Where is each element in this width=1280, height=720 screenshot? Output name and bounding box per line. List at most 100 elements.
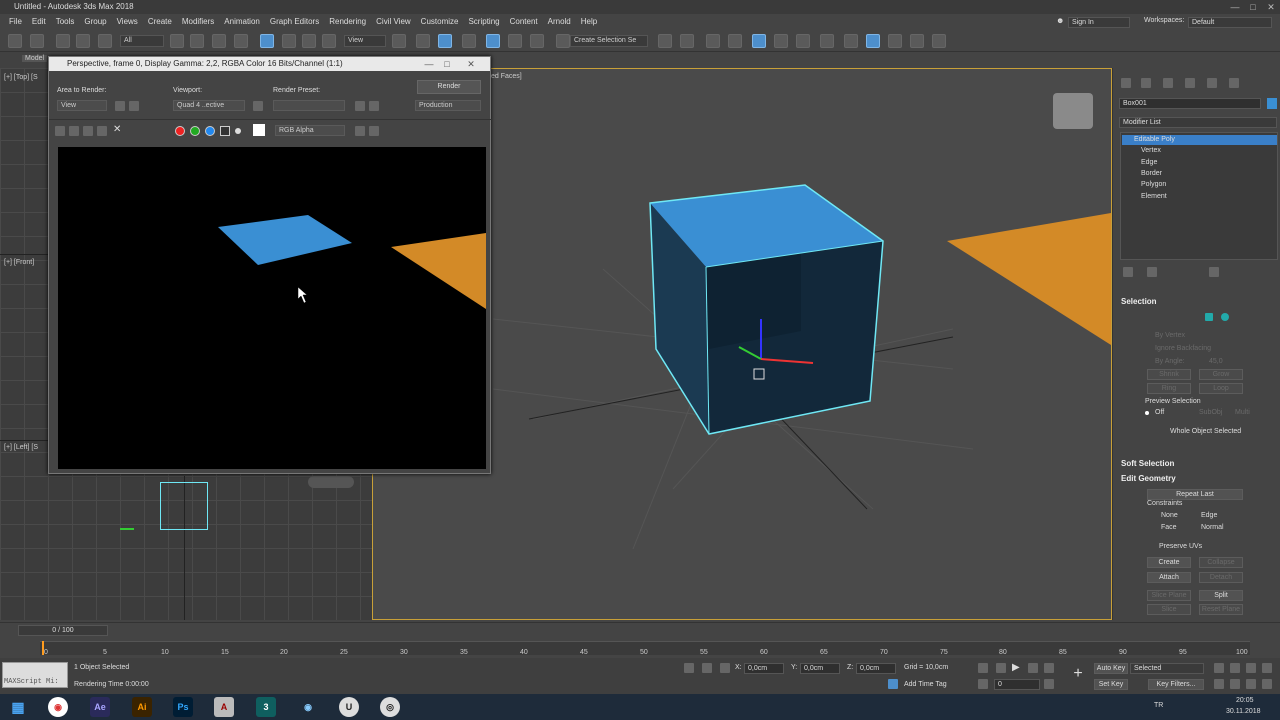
undo-icon[interactable] (8, 34, 22, 48)
render-setup-icon[interactable] (355, 101, 365, 111)
auto-region-icon[interactable] (129, 101, 139, 111)
key-filters-button[interactable]: Key Filters... (1148, 679, 1204, 690)
production-dropdown[interactable]: Production (415, 100, 481, 111)
shrink-button[interactable]: Shrink (1147, 369, 1191, 380)
render-shortcuts-icon[interactable] (932, 34, 946, 48)
hierarchy-tab-icon[interactable] (1163, 78, 1173, 88)
chrome-icon[interactable]: ◉ (48, 697, 68, 717)
split-checkbox[interactable]: Split (1199, 590, 1243, 601)
save-image-icon[interactable] (55, 126, 65, 136)
percent-snap-icon[interactable] (508, 34, 522, 48)
zoom-extents-all-icon[interactable] (1262, 663, 1272, 673)
toggle-ribbon-icon[interactable] (728, 34, 742, 48)
previous-frame-icon[interactable] (996, 663, 1006, 673)
create-tab-icon[interactable] (1121, 78, 1131, 88)
unlink-icon[interactable] (76, 34, 90, 48)
layer-explorer-icon[interactable] (706, 34, 720, 48)
motion-tab-icon[interactable] (1185, 78, 1195, 88)
menu-civil-view[interactable]: Civil View (371, 14, 416, 30)
off-radio[interactable] (1145, 411, 1149, 415)
print-image-icon[interactable] (97, 126, 107, 136)
constraint-edge-radio[interactable]: Edge (1201, 512, 1217, 519)
obs-icon[interactable]: ◎ (380, 697, 400, 717)
selection-rollout[interactable]: Selection (1121, 297, 1157, 306)
viewcube-left[interactable] (308, 476, 354, 488)
illustrator-icon[interactable]: Ai (132, 697, 152, 717)
menu-rendering[interactable]: Rendering (324, 14, 371, 30)
curve-editor-icon[interactable] (752, 34, 766, 48)
menu-views[interactable]: Views (112, 14, 143, 30)
a360-gallery-icon[interactable] (910, 34, 924, 48)
set-key-button[interactable]: Set Key (1094, 679, 1128, 690)
key-mode-icon[interactable] (978, 679, 988, 689)
channel-dropdown[interactable]: RGB Alpha (275, 125, 345, 136)
select-by-name-icon[interactable] (190, 34, 204, 48)
collapse-button[interactable]: Collapse (1199, 557, 1243, 568)
rw-close-button[interactable]: ✕ (463, 57, 479, 71)
render-production-icon[interactable] (866, 34, 880, 48)
stack-item-editable-poly[interactable]: Editable Poly (1134, 136, 1175, 143)
go-to-end-icon[interactable] (1044, 663, 1054, 673)
time-config-icon[interactable] (1044, 679, 1054, 689)
select-place-icon[interactable] (322, 34, 336, 48)
selection-filter-dropdown[interactable]: All (120, 35, 164, 47)
object-color-swatch[interactable] (1267, 98, 1277, 109)
y-coord-field[interactable]: 0,0cm (800, 663, 840, 674)
rect-selection-icon[interactable] (212, 34, 226, 48)
ref-coord-dropdown[interactable]: View (344, 35, 386, 47)
ring-button[interactable]: Ring (1147, 383, 1191, 394)
stack-item-polygon[interactable]: Polygon (1141, 181, 1166, 188)
slice-button[interactable]: Slice (1147, 604, 1191, 615)
show-end-result-icon[interactable] (1147, 267, 1157, 277)
clock-date[interactable]: 30.11.2018 (1226, 708, 1261, 715)
alpha-channel-icon[interactable] (220, 126, 230, 136)
reset-plane-button[interactable]: Reset Plane (1199, 604, 1243, 615)
viewcube[interactable] (1053, 93, 1093, 129)
element-mode-icon[interactable] (1221, 313, 1229, 321)
absolute-mode-icon[interactable] (720, 663, 730, 673)
render-in-cloud-icon[interactable] (888, 34, 902, 48)
isolate-selection-icon[interactable] (684, 663, 694, 673)
menu-help[interactable]: Help (576, 14, 602, 30)
menu-edit[interactable]: Edit (27, 14, 51, 30)
cinema4d-icon[interactable]: ◉ (298, 697, 318, 717)
field-of-view-icon[interactable] (1214, 679, 1224, 689)
configure-sets-icon[interactable] (1209, 267, 1219, 277)
modify-tab-icon[interactable] (1141, 78, 1151, 88)
select-move-icon[interactable] (260, 34, 274, 48)
sign-in-dropdown[interactable]: Sign In (1068, 17, 1130, 28)
stack-item-element[interactable]: Element (1141, 193, 1167, 200)
after-effects-icon[interactable]: Ae (90, 697, 110, 717)
autocad-icon[interactable]: A (214, 697, 234, 717)
menu-scripting[interactable]: Scripting (463, 14, 504, 30)
create-button[interactable]: Create (1147, 557, 1191, 568)
red-channel-icon[interactable] (175, 126, 185, 136)
modifier-list-dropdown[interactable]: Modifier List (1119, 117, 1277, 128)
z-coord-field[interactable]: 0,0cm (856, 663, 896, 674)
zoom-all-icon[interactable] (1230, 663, 1240, 673)
multi-radio[interactable]: Multi (1235, 409, 1250, 416)
display-tab-icon[interactable] (1207, 78, 1217, 88)
render-button[interactable]: Render (417, 80, 481, 94)
top-viewport-label[interactable]: [+] [Top] [S (4, 74, 38, 81)
clock-time[interactable]: 20:05 (1236, 697, 1254, 704)
zoom-icon[interactable] (1214, 663, 1224, 673)
menu-group[interactable]: Group (79, 14, 111, 30)
mirror-icon[interactable] (658, 34, 672, 48)
link-icon[interactable] (56, 34, 70, 48)
close-button[interactable]: ✕ (1262, 0, 1280, 14)
manipulate-icon[interactable] (416, 34, 430, 48)
windows-start-icon[interactable]: ▦ (8, 697, 28, 717)
constraint-normal-radio[interactable]: Normal (1201, 524, 1224, 531)
menu-customize[interactable]: Customize (416, 14, 464, 30)
unreal-icon[interactable]: U (339, 697, 359, 717)
toggle-ui-icon[interactable] (355, 126, 365, 136)
menu-create[interactable]: Create (143, 14, 177, 30)
render-canvas[interactable] (58, 147, 486, 469)
current-frame-field[interactable]: 0 (994, 679, 1040, 690)
edit-region-icon[interactable] (115, 101, 125, 111)
ignore-backfacing-checkbox[interactable]: Ignore Backfacing (1155, 345, 1211, 352)
soft-selection-rollout[interactable]: Soft Selection (1121, 459, 1174, 468)
material-editor-icon[interactable] (796, 34, 810, 48)
select-rotate-icon[interactable] (282, 34, 296, 48)
